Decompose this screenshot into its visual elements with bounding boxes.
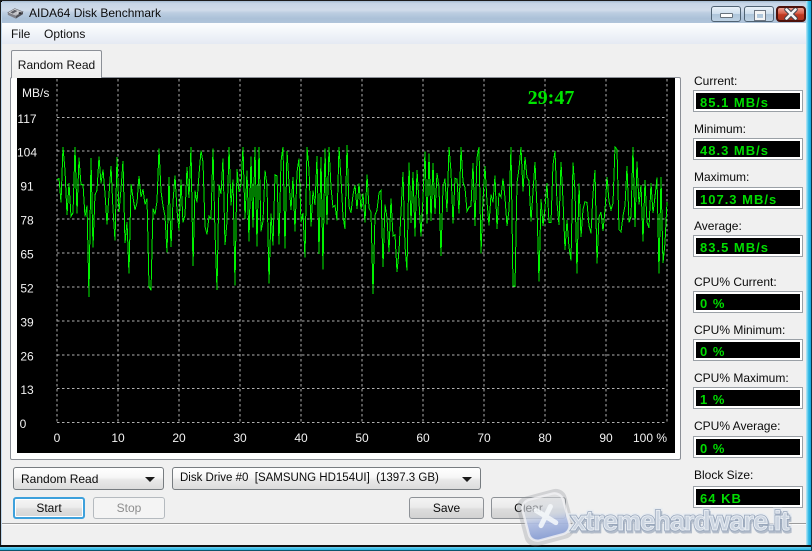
svg-text:78: 78 [20, 214, 34, 228]
svg-text:65: 65 [20, 248, 34, 262]
svg-text:70: 70 [477, 431, 491, 445]
svg-text:40: 40 [294, 431, 308, 445]
svg-text:MB/s: MB/s [22, 86, 49, 100]
svg-text:29:47: 29:47 [528, 87, 575, 109]
svg-text:30: 30 [233, 431, 247, 445]
svg-text:104: 104 [17, 146, 37, 160]
svg-text:39: 39 [20, 315, 34, 329]
svg-text:117: 117 [17, 112, 36, 126]
svg-text:50: 50 [355, 431, 369, 445]
svg-text:100 %: 100 % [633, 431, 667, 445]
svg-text:xtremehardware.it: xtremehardware.it [571, 506, 790, 536]
svg-text:0: 0 [54, 431, 61, 445]
svg-text:10: 10 [111, 431, 125, 445]
svg-text:13: 13 [20, 383, 34, 397]
svg-text:90: 90 [599, 431, 613, 445]
svg-text:0: 0 [20, 417, 27, 431]
svg-text:52: 52 [20, 281, 34, 295]
svg-text:91: 91 [20, 180, 34, 194]
svg-text:60: 60 [416, 431, 430, 445]
svg-text:80: 80 [538, 431, 552, 445]
svg-text:26: 26 [20, 349, 34, 363]
svg-text:20: 20 [172, 431, 186, 445]
